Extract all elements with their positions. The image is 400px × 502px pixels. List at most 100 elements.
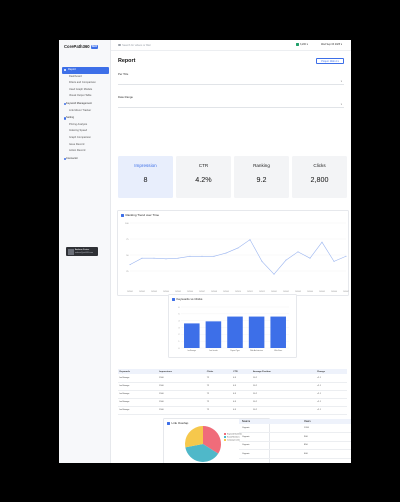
table-row[interactable]: kw.Storage 1500 72 4.8 10.2 +2.1 [118,406,347,415]
user-profile-card[interactable]: Andrew Foster andrew@path360.com [66,247,98,256]
sidebar-nav: Report Dashboard Filters and Comparison Use… [62,67,109,162]
metric-card-ranking[interactable]: Ranking 9.2 [234,156,289,198]
bar[interactable] [184,323,200,348]
table-row[interactable]: kw.Storage 1500 72 4.8 10.2 +2.1 [118,398,347,407]
filter-label-date: Date Range [118,95,133,99]
project-select-button[interactable]: Project: Web A ▾ [316,58,344,64]
table-cell: 72 [205,374,232,383]
metric-label: Ranking [253,163,270,168]
table-row[interactable]: kw.Storage 1500 72 4.8 10.2 +2.1 [118,374,347,383]
x-tick-label: 2023-04 [163,291,169,293]
table-cell: 72 [205,382,232,391]
table-cell: 4.8 [231,398,252,407]
app-logo[interactable]: CorePath360 SEO [64,44,99,49]
data-point[interactable] [261,260,263,262]
nav-dot-icon [63,117,66,120]
metric-card-clicks[interactable]: Clicks 2,800 [292,156,347,198]
chevron-down-icon: ▾ [340,80,342,83]
table-row[interactable]: Organic 1200 [239,424,351,434]
table-row[interactable]: kw.Storage 1500 72 4.8 10.2 +2.1 [118,382,347,391]
checkbox-icon[interactable] [167,421,170,425]
data-point[interactable] [201,255,203,257]
data-point[interactable] [345,255,347,257]
series-line [129,239,347,275]
main-content: Report Project: Web A ▾ Per Title ▾ Date… [111,51,351,463]
x-tick-label: 2023-06 [187,291,193,293]
data-point[interactable] [213,255,215,257]
x-tick-label: 2023-10 [235,291,241,293]
search-input[interactable]: Search for videos or filter [118,44,151,47]
bar[interactable] [205,321,222,348]
data-point[interactable] [177,257,179,259]
data-point[interactable] [141,257,143,259]
table-cell: kw.Storage [118,374,158,383]
y-tick-label: 1 [178,341,180,343]
table-cell: kw.Storage [118,390,158,399]
data-point[interactable] [249,239,251,241]
sidebar-item-pricing-analysis[interactable]: Pricing Analysis [62,122,109,129]
sidebar-item-label: Issue Record [69,142,85,146]
data-point[interactable] [153,257,155,259]
checkbox-icon[interactable] [121,213,124,217]
app-badge: SEO [90,45,99,49]
sidebar-item-report[interactable]: Report [62,67,109,74]
y-tick-label: 75 [126,239,129,241]
data-point[interactable] [165,258,167,260]
data-point[interactable] [273,273,275,275]
sidebar-item-indexing-speed[interactable]: Indexing Speed [62,128,109,135]
credits-dropdown[interactable]: 3,200 ▾ [296,43,308,47]
bar[interactable] [248,316,265,348]
legend-swatch [224,433,226,435]
x-tick-label: 2024-05 [319,291,325,293]
x-tick-label: 2023-02 [139,291,145,293]
search-icon [118,43,121,47]
chart-title-text: Link Overlap [171,421,189,425]
x-tick-label: 2023-08 [211,291,217,293]
data-point[interactable] [321,241,323,243]
sidebar-item-used-graph-module[interactable]: Used Graph Module [62,87,109,94]
sidebar-item-label: Indexing Speed [69,129,88,133]
data-point[interactable] [225,252,227,254]
date-dropdown[interactable]: Wed Sep 03 2025 ▾ [321,43,342,46]
data-point[interactable] [189,255,191,257]
metric-label: CTR [198,163,209,168]
date-range-select[interactable]: ▾ [118,101,344,108]
sidebar-item-connector[interactable]: Connector [62,156,109,163]
sidebar-item-label: Report [68,68,76,71]
sidebar-item-setting[interactable]: Setting [62,115,109,122]
table-row[interactable]: Organic 850 [239,441,351,451]
data-point[interactable] [333,260,335,262]
sidebar-item-label: Graph Comparison [69,135,91,139]
table-row[interactable]: kw.Storage 1500 72 4.8 10.2 +2.1 [118,390,347,399]
sidebar-item-dashboard[interactable]: Dashboard [62,74,109,81]
x-tick-label: 2023-09 [223,291,229,293]
sidebar-item-issue-record[interactable]: Issue Record [62,142,109,149]
source-table: Source Users Organic 1200 Organic 900 Organic 8… [239,419,351,459]
pie-slice[interactable] [185,426,203,448]
metric-card-ctr[interactable]: CTR 4.2% [176,156,231,198]
x-tick-label: 2024-01 [271,291,277,293]
table-cell: +2.1 [315,390,347,399]
sidebar-item-graph-comparison[interactable]: Graph Comparison [62,135,109,142]
bar[interactable] [227,316,243,348]
table-cell: 1500 [157,406,206,415]
table-row[interactable]: Organic 900 [239,432,351,442]
sidebar-item-visual-output-table[interactable]: Visual Output Table [62,93,109,100]
title-filter-select[interactable]: ▾ [118,78,344,85]
data-point[interactable] [285,259,287,261]
sidebar-item-keyword-management[interactable]: Keyword Management [62,101,109,108]
data-point[interactable] [237,247,239,249]
line-chart: 100 75 50 25 2023-01 2023-02 2023-03 2023-04 202… [125,222,349,293]
table-row[interactable]: Organic 600 [239,449,351,459]
sidebar-item-filters-and-comparison[interactable]: Filters and Comparison [62,80,109,87]
sidebar-item-action-record[interactable]: Action Record [62,148,109,155]
bar[interactable] [270,316,286,348]
y-tick-label: 2 [178,334,180,336]
metric-card-impression[interactable]: Impression 8 [118,156,173,198]
data-point[interactable] [309,257,311,259]
checkbox-icon[interactable] [172,297,175,301]
sidebar-item-link-mover-tracker[interactable]: Link Mover Tracker [62,108,109,115]
sidebar-item-label: Used Graph Module [69,87,93,91]
data-point[interactable] [129,264,131,266]
data-point[interactable] [297,251,299,253]
